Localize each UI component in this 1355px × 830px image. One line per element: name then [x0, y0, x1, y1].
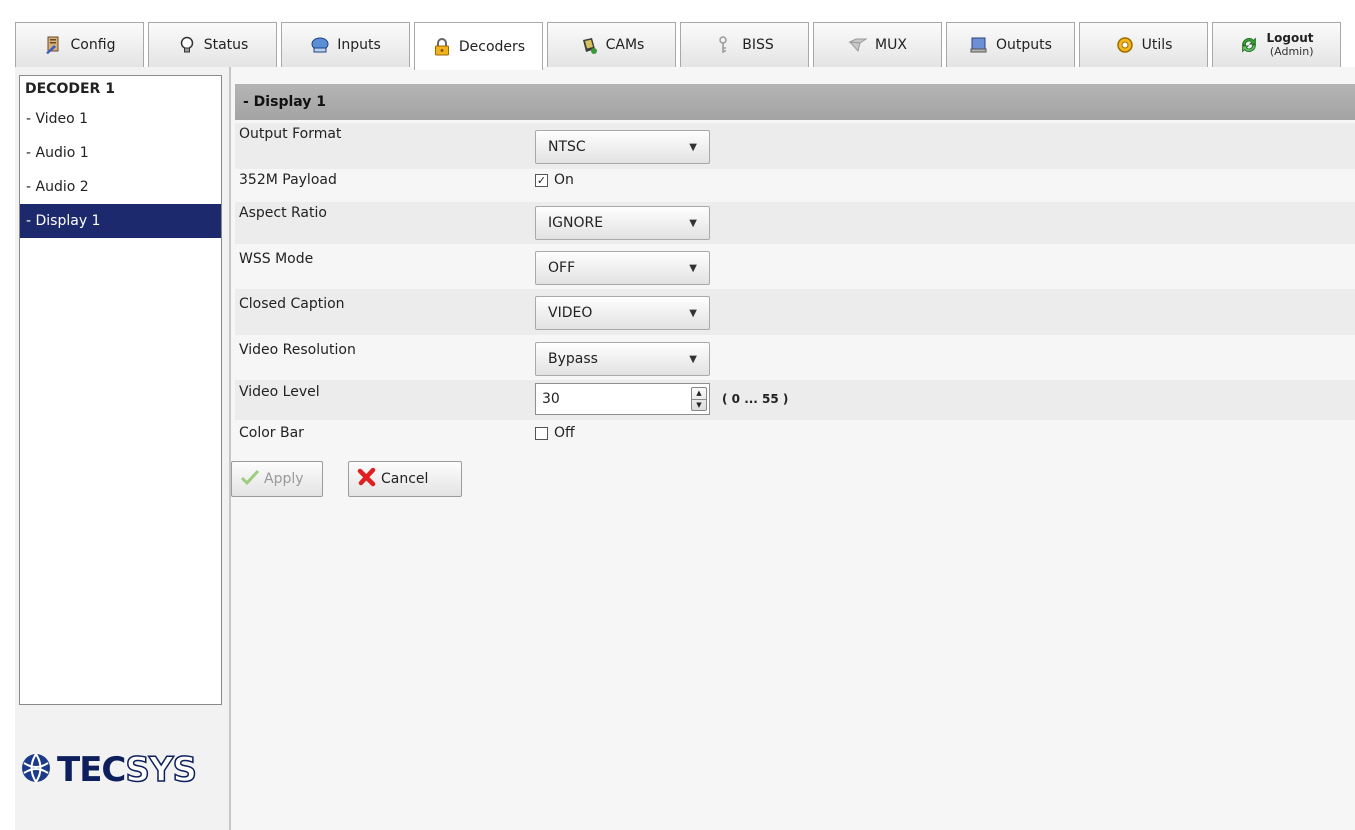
- video-resolution-value: Bypass: [548, 351, 598, 367]
- wss-mode-label: WSS Mode: [239, 251, 314, 267]
- tab-utils[interactable]: Utils: [1079, 22, 1208, 67]
- nav-item-display-1[interactable]: - Display 1: [20, 204, 221, 238]
- tab-decoders[interactable]: Decoders: [414, 22, 543, 70]
- tab-label: CAMs: [605, 37, 645, 53]
- main-content: - Display 1 Output Format NTSC ▼ 352M Pa…: [231, 67, 1355, 830]
- closed-caption-label: Closed Caption: [239, 296, 345, 312]
- color-bar-checkbox-wrap: Off: [535, 420, 575, 441]
- video-level-range: ( 0 ... 55 ): [722, 392, 789, 406]
- row-video-level: Video Level 30 ▲ ▼ ( 0 ... 55 ): [235, 380, 1355, 420]
- row-aspect-ratio: Aspect Ratio IGNORE ▼: [235, 202, 1355, 244]
- aspect-ratio-value: IGNORE: [548, 215, 604, 231]
- tab-label: BISS: [742, 37, 774, 53]
- nav-item-audio-1[interactable]: - Audio 1: [20, 136, 221, 170]
- closed-caption-select[interactable]: VIDEO ▼: [535, 296, 710, 330]
- row-352m-payload: 352M Payload ✓ On: [235, 169, 1355, 202]
- tab-mux[interactable]: MUX: [813, 22, 942, 67]
- decoder-nav: DECODER 1 - Video 1 - Audio 1 - Audio 2 …: [19, 75, 222, 705]
- red-x-icon: [357, 467, 377, 491]
- tab-label: Inputs: [337, 37, 381, 53]
- chevron-down-icon: ▼: [689, 353, 697, 365]
- tab-label: Utils: [1141, 37, 1173, 53]
- tab-biss[interactable]: BISS: [680, 22, 809, 67]
- logout-button[interactable]: Logout (Admin): [1212, 22, 1341, 67]
- outputs-icon: [969, 35, 989, 55]
- logout-text: Logout (Admin): [1266, 32, 1313, 57]
- tab-label: Status: [203, 37, 249, 53]
- tecsys-logo: TEC SYS: [19, 747, 229, 792]
- logo-text-tec: TEC: [57, 749, 126, 790]
- tab-outputs[interactable]: Outputs: [946, 22, 1075, 67]
- left-panel: DECODER 1 - Video 1 - Audio 1 - Audio 2 …: [15, 67, 231, 830]
- stepper-buttons: ▲ ▼: [691, 387, 707, 411]
- logout-user: (Admin): [1269, 44, 1314, 58]
- aspect-ratio-select[interactable]: IGNORE ▼: [535, 206, 710, 240]
- apply-label: Apply: [264, 471, 304, 487]
- logout-icon: [1239, 35, 1259, 55]
- color-bar-checkbox-text: Off: [554, 425, 575, 441]
- video-level-stepper: 30 ▲ ▼: [535, 383, 710, 415]
- chevron-down-icon: ▼: [689, 262, 697, 274]
- tab-label: Config: [70, 37, 116, 53]
- chevron-down-icon: ▼: [689, 217, 697, 229]
- chevron-down-icon: ▼: [689, 307, 697, 319]
- stepper-up-icon[interactable]: ▲: [692, 388, 706, 399]
- logo-text-sys: SYS: [125, 749, 198, 791]
- tab-cams[interactable]: CAMs: [547, 22, 676, 67]
- output-format-label: Output Format: [239, 126, 342, 142]
- cancel-button[interactable]: Cancel: [348, 461, 462, 497]
- output-format-value: NTSC: [548, 139, 586, 155]
- row-video-resolution: Video Resolution Bypass ▼: [235, 335, 1355, 380]
- mux-icon: [848, 35, 868, 55]
- video-resolution-select[interactable]: Bypass ▼: [535, 342, 710, 376]
- cancel-label: Cancel: [381, 471, 429, 487]
- row-closed-caption: Closed Caption VIDEO ▼: [235, 289, 1355, 335]
- nav-item-video-1[interactable]: - Video 1: [20, 102, 221, 136]
- video-level-input[interactable]: 30: [542, 391, 560, 407]
- stepper-down-icon[interactable]: ▼: [692, 398, 706, 411]
- lock-icon: [432, 37, 452, 57]
- color-bar-checkbox[interactable]: [535, 426, 548, 440]
- payload-checkbox-wrap: ✓ On: [535, 169, 574, 188]
- tab-inputs[interactable]: Inputs: [281, 22, 410, 67]
- aspect-ratio-label: Aspect Ratio: [239, 205, 327, 221]
- cam-icon: [579, 35, 599, 55]
- checkmark-icon: [240, 468, 260, 490]
- row-wss-mode: WSS Mode OFF ▼: [235, 244, 1355, 289]
- biss-icon: [715, 35, 735, 55]
- output-format-select[interactable]: NTSC ▼: [535, 130, 710, 164]
- tab-label: MUX: [875, 37, 907, 53]
- tab-status[interactable]: Status: [148, 22, 277, 67]
- nav-title: DECODER 1: [25, 81, 115, 97]
- payload-checkbox-text: On: [554, 172, 574, 188]
- utils-icon: [1115, 35, 1135, 55]
- logout-label: Logout: [1266, 31, 1314, 46]
- payload-checkbox[interactable]: ✓: [535, 173, 548, 187]
- tab-config[interactable]: Config: [15, 22, 144, 67]
- section-title: - Display 1: [235, 84, 1355, 120]
- tab-label: Outputs: [996, 37, 1052, 53]
- inputs-icon: [310, 35, 330, 55]
- globe-logo-icon: [19, 751, 53, 789]
- video-level-label: Video Level: [239, 384, 320, 400]
- config-icon: [44, 35, 64, 55]
- wss-mode-value: OFF: [548, 260, 576, 276]
- wss-mode-select[interactable]: OFF ▼: [535, 251, 710, 285]
- video-resolution-label: Video Resolution: [239, 342, 356, 358]
- tab-label: Decoders: [458, 38, 526, 55]
- bulb-icon: [177, 35, 197, 55]
- color-bar-label: Color Bar: [239, 425, 304, 441]
- payload-label: 352M Payload: [239, 172, 337, 188]
- chevron-down-icon: ▼: [689, 141, 697, 153]
- apply-button[interactable]: Apply: [231, 461, 323, 497]
- nav-item-audio-2[interactable]: - Audio 2: [20, 170, 221, 204]
- row-output-format: Output Format NTSC ▼: [235, 123, 1355, 169]
- closed-caption-value: VIDEO: [548, 305, 593, 321]
- main-tab-bar: Config Status Inputs Decoders CAMs BISS: [15, 22, 1355, 70]
- row-color-bar: Color Bar Off: [235, 420, 1355, 456]
